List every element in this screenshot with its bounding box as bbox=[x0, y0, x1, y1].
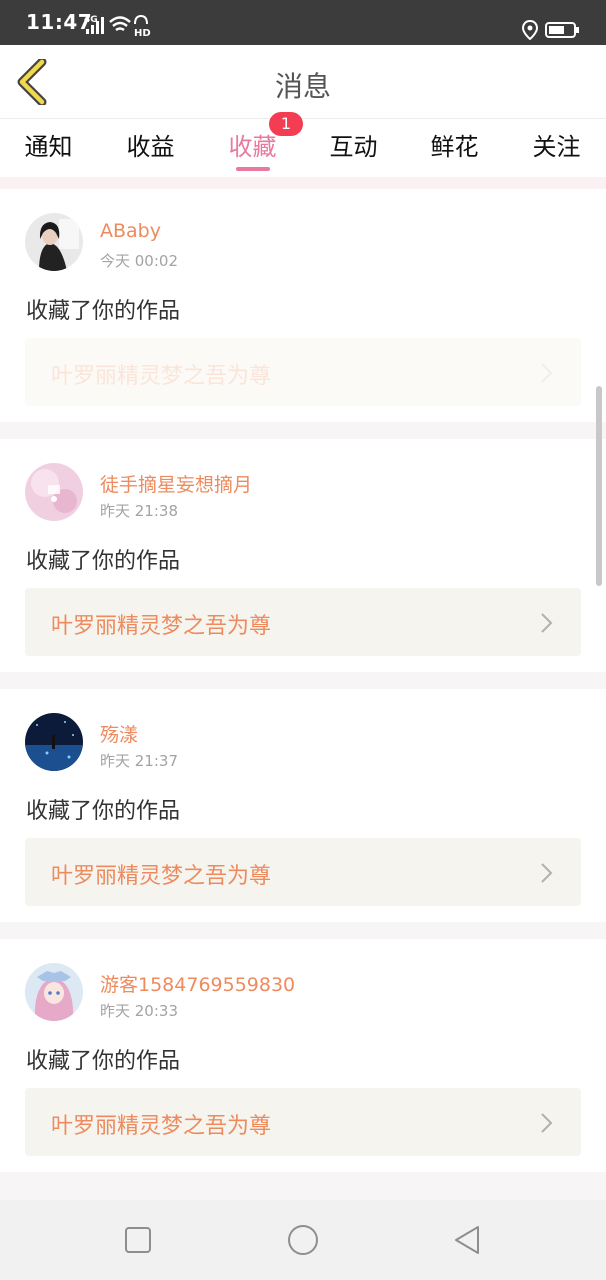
tab-label: 通知 bbox=[24, 133, 73, 161]
avatar[interactable] bbox=[25, 463, 83, 521]
active-tab-indicator bbox=[235, 167, 270, 171]
username[interactable]: 游客1584769559830 bbox=[100, 970, 295, 997]
username[interactable]: 殇漾 bbox=[100, 720, 138, 747]
wifi-icon bbox=[109, 16, 131, 32]
work-link[interactable]: 叶罗丽精灵梦之吾为尊 bbox=[25, 1088, 581, 1156]
tab-bar: 通知 收益 收藏 互动 鲜花 关注 bbox=[0, 119, 606, 177]
back-triangle-icon[interactable] bbox=[450, 1222, 486, 1258]
message-card: 徒手摘星妄想摘月 昨天 21:38 收藏了你的作品 叶罗丽精灵梦之吾为尊 bbox=[0, 439, 606, 672]
username[interactable]: 徒手摘星妄想摘月 bbox=[100, 470, 252, 497]
work-title: 叶罗丽精灵梦之吾为尊 bbox=[51, 364, 272, 389]
tab-interactions[interactable]: 互动 bbox=[303, 127, 404, 162]
avatar[interactable] bbox=[25, 713, 83, 771]
battery-icon bbox=[545, 22, 579, 38]
hd-label: HD bbox=[134, 28, 151, 38]
status-time: 11:47 bbox=[26, 10, 93, 34]
avatar[interactable] bbox=[25, 963, 83, 1021]
action-text: 收藏了你的作品 bbox=[26, 799, 181, 824]
tab-label: 关注 bbox=[532, 133, 581, 161]
tab-label: 互动 bbox=[329, 133, 378, 161]
scrollbar[interactable] bbox=[596, 386, 602, 586]
chevron-right-icon bbox=[541, 613, 553, 633]
status-bar: 11:47 4G HD bbox=[0, 0, 606, 45]
work-link[interactable]: 叶罗丽精灵梦之吾为尊 bbox=[25, 588, 581, 656]
signal-icon: 4G HD bbox=[84, 14, 151, 38]
app-header: 消息 bbox=[0, 45, 606, 119]
action-text: 收藏了你的作品 bbox=[26, 299, 181, 324]
tab-label: 收藏 bbox=[228, 133, 277, 161]
work-title: 叶罗丽精灵梦之吾为尊 bbox=[51, 1114, 272, 1139]
message-time: 昨天 21:38 bbox=[100, 502, 178, 520]
work-title: 叶罗丽精灵梦之吾为尊 bbox=[51, 614, 272, 639]
tab-earnings[interactable]: 收益 bbox=[100, 127, 201, 162]
message-time: 昨天 20:33 bbox=[100, 1002, 178, 1020]
network-type-label: 4G bbox=[84, 15, 98, 25]
location-icon bbox=[521, 20, 539, 40]
home-circle-icon[interactable] bbox=[285, 1222, 321, 1258]
tab-label: 鲜花 bbox=[430, 133, 479, 161]
chevron-right-icon bbox=[541, 1113, 553, 1133]
work-link[interactable]: 叶罗丽精灵梦之吾为尊 bbox=[25, 838, 581, 906]
message-time: 昨天 21:37 bbox=[100, 752, 178, 770]
page-title: 消息 bbox=[274, 70, 331, 103]
action-text: 收藏了你的作品 bbox=[26, 549, 181, 574]
message-time: 今天 00:02 bbox=[100, 252, 178, 270]
work-link[interactable]: 叶罗丽精灵梦之吾为尊 bbox=[25, 338, 581, 406]
recents-square-icon[interactable] bbox=[120, 1222, 156, 1258]
tab-follows[interactable]: 关注 bbox=[506, 127, 606, 162]
system-nav-bar bbox=[0, 1200, 606, 1280]
chevron-right-icon bbox=[541, 363, 553, 383]
chevron-right-icon bbox=[541, 863, 553, 883]
avatar[interactable] bbox=[25, 213, 83, 271]
tab-notifications[interactable]: 通知 bbox=[0, 127, 99, 162]
message-card: 殇漾 昨天 21:37 收藏了你的作品 叶罗丽精灵梦之吾为尊 bbox=[0, 689, 606, 922]
action-text: 收藏了你的作品 bbox=[26, 1049, 181, 1074]
divider bbox=[0, 177, 606, 189]
tab-label: 收益 bbox=[126, 133, 175, 161]
username[interactable]: ABaby bbox=[100, 220, 161, 242]
message-card: ABaby 今天 00:02 收藏了你的作品 叶罗丽精灵梦之吾为尊 bbox=[0, 189, 606, 422]
unread-badge: 1 bbox=[269, 112, 303, 136]
message-card: 游客1584769559830 昨天 20:33 收藏了你的作品 叶罗丽精灵梦之… bbox=[0, 939, 606, 1172]
work-title: 叶罗丽精灵梦之吾为尊 bbox=[51, 864, 272, 889]
tab-flowers[interactable]: 鲜花 bbox=[404, 127, 505, 162]
